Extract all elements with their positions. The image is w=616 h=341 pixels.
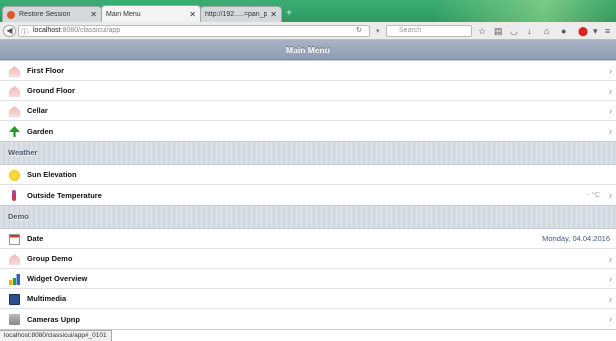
restore-favicon-icon — [7, 10, 15, 19]
item-label: Outside Temperature — [27, 190, 102, 200]
item-label: Garden — [27, 126, 54, 136]
back-arrow-icon[interactable]: ◀ — [3, 25, 16, 37]
bookmarks-list-icon[interactable]: ▤ — [494, 26, 503, 36]
date-value: Monday, 04.04.2016 — [542, 234, 610, 243]
list-item[interactable]: Date Monday, 04.04.2016 — [0, 229, 616, 249]
list-item[interactable]: Sun Elevation — [0, 165, 616, 185]
chevron-right-icon: › — [609, 190, 612, 200]
list-item[interactable]: Cellar › — [0, 101, 616, 121]
item-label: Ground Floor — [27, 86, 75, 95]
list-item[interactable]: Cameras Upnp › — [0, 309, 616, 329]
item-label: Cameras Upnp — [27, 314, 80, 324]
main-menu-content: First Floor › Ground Floor › Cellar › Ga… — [0, 60, 616, 330]
theme-decoration — [436, 0, 616, 22]
download-icon[interactable]: ↓ — [527, 26, 532, 36]
browser-tab-bar: Restore Session ✕ Main Menu ✕ http://192… — [0, 0, 616, 22]
floors-group: First Floor › Ground Floor › Cellar › Ga… — [0, 60, 616, 142]
thermometer-icon — [12, 190, 16, 201]
section-header-demo: Demo — [8, 212, 29, 221]
site-info-icon[interactable]: ⓘ — [21, 27, 28, 37]
house-icon — [9, 106, 20, 117]
chevron-right-icon: › — [609, 314, 612, 324]
chevron-right-icon: › — [609, 106, 612, 116]
item-label: Group Demo — [27, 254, 73, 263]
house-icon — [9, 86, 20, 97]
tab-main-menu[interactable]: Main Menu ✕ — [101, 5, 201, 22]
bookmark-star-icon[interactable]: ☆ — [478, 26, 486, 36]
tab-label: Restore Session — [19, 11, 71, 18]
tree-icon — [9, 126, 20, 137]
chevron-right-icon: › — [609, 274, 612, 284]
calendar-icon — [9, 234, 20, 245]
list-item[interactable]: Widget Overview › — [0, 269, 616, 289]
new-tab-icon[interactable]: + — [282, 8, 296, 20]
item-label: Cellar — [27, 106, 48, 115]
close-tab-icon[interactable]: ✕ — [189, 10, 196, 19]
extension-dropdown-icon[interactable]: ▾ — [593, 26, 598, 36]
pocket-icon[interactable]: ◡ — [510, 26, 518, 36]
menu-icon[interactable]: ≡ — [605, 26, 610, 36]
url-bar[interactable]: localhost:8080/classicui/app — [18, 25, 370, 37]
close-tab-icon[interactable]: ✕ — [90, 10, 97, 19]
list-item[interactable]: Ground Floor › — [0, 81, 616, 101]
list-item[interactable]: First Floor › — [0, 61, 616, 81]
url-dropdown-icon[interactable]: ▾ — [376, 27, 380, 35]
page-title: Main Menu — [0, 40, 616, 60]
chevron-right-icon: › — [609, 294, 612, 304]
bar-chart-icon — [9, 274, 20, 285]
url-host: localhost — [33, 27, 61, 34]
list-item[interactable]: Group Demo › — [0, 249, 616, 269]
chevron-right-icon: › — [609, 66, 612, 76]
tab-restore-session[interactable]: Restore Session ✕ — [2, 6, 102, 22]
demo-group: Date Monday, 04.04.2016 Group Demo › Wid… — [0, 228, 616, 330]
temperature-value: - °C — [587, 190, 600, 199]
search-placeholder: Search — [399, 27, 422, 34]
item-label: Widget Overview — [27, 274, 88, 283]
status-bar-url: localhost:8080/classicui/app#_0101 — [0, 330, 112, 341]
list-item[interactable]: Garden › — [0, 121, 616, 141]
reload-icon[interactable]: ↻ — [356, 26, 362, 34]
chevron-right-icon: › — [609, 126, 612, 136]
house-icon — [9, 66, 20, 77]
browser-nav-bar: ◀ localhost:8080/classicui/app ⓘ ↻ ▾ ⌕ S… — [0, 22, 616, 40]
chevron-right-icon: › — [609, 254, 612, 264]
media-player-icon — [9, 294, 20, 305]
tab-pan-patrol[interactable]: http://192.....=pan_patrol ✕ — [200, 6, 282, 22]
house-icon — [9, 254, 20, 265]
camera-icon — [9, 314, 20, 325]
item-label: Date — [27, 234, 44, 243]
close-tab-icon[interactable]: ✕ — [270, 10, 277, 19]
chevron-right-icon: › — [609, 86, 612, 96]
url-path: :8080/classicui/app — [60, 27, 121, 34]
item-label: Sun Elevation — [27, 170, 77, 179]
adblock-icon[interactable]: ⬤ — [578, 26, 588, 36]
list-item[interactable]: Outside Temperature - °C › — [0, 185, 616, 205]
section-header-weather: Weather — [8, 148, 38, 157]
tab-label: Main Menu — [106, 10, 141, 18]
tab-label: http://192.....=pan_patrol — [205, 11, 268, 18]
search-input[interactable]: Search — [386, 25, 472, 37]
weather-group: Sun Elevation Outside Temperature - °C › — [0, 164, 616, 206]
home-icon[interactable]: ⌂ — [544, 26, 549, 36]
item-label: First Floor — [27, 66, 65, 75]
item-label: Multimedia — [27, 294, 67, 303]
sun-icon — [9, 170, 20, 181]
chat-icon[interactable]: ● — [561, 26, 566, 36]
list-item[interactable]: Multimedia › — [0, 289, 616, 309]
